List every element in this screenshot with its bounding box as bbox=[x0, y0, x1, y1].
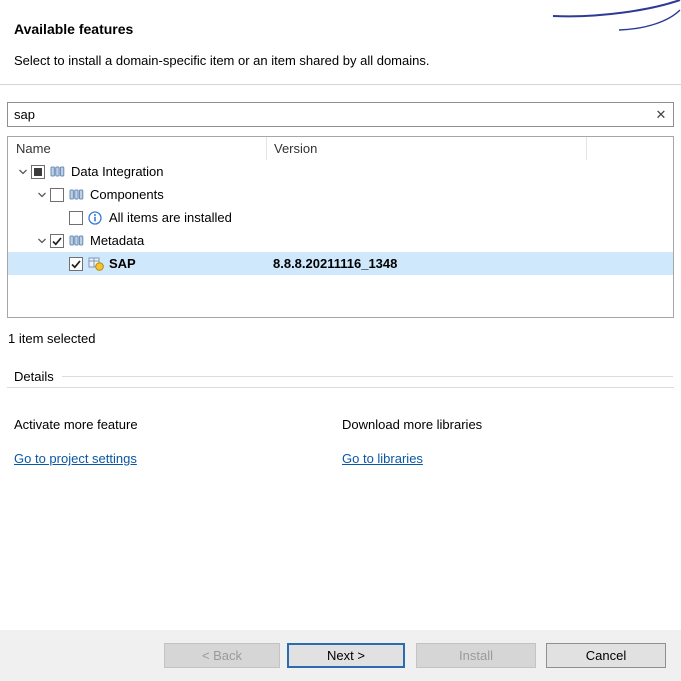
tree-item-label: Data Integration bbox=[71, 164, 164, 179]
name-cell: Data Integration bbox=[8, 160, 266, 183]
activate-feature-column: Activate more feature Go to project sett… bbox=[7, 417, 335, 466]
checkbox-checked[interactable] bbox=[69, 257, 83, 271]
go-to-project-settings-link[interactable]: Go to project settings bbox=[14, 451, 137, 466]
bars-icon bbox=[50, 164, 67, 179]
group-border-line-2 bbox=[7, 387, 674, 388]
tree-item-label: Components bbox=[90, 187, 164, 202]
checkbox-partial[interactable] bbox=[31, 165, 45, 179]
search-input[interactable] bbox=[8, 103, 649, 126]
dialog-button-bar: < Back Next > Install Cancel bbox=[0, 630, 681, 681]
feature-filter-box: ✕ bbox=[7, 102, 674, 127]
clear-search-icon[interactable]: ✕ bbox=[649, 107, 673, 123]
name-cell: Metadata bbox=[8, 229, 266, 252]
checkbox-unchecked[interactable] bbox=[50, 188, 64, 202]
chevron-down-icon[interactable] bbox=[14, 167, 31, 176]
details-group-label: Details bbox=[7, 369, 54, 384]
next-button[interactable]: Next > bbox=[287, 643, 405, 668]
tree-row[interactable]: Data Integration bbox=[8, 160, 673, 183]
tree-item-label: All items are installed bbox=[109, 210, 232, 225]
column-header-filler bbox=[586, 137, 673, 160]
cancel-button[interactable]: Cancel bbox=[546, 643, 666, 668]
download-libraries-heading: Download more libraries bbox=[342, 417, 663, 432]
name-cell: All items are installed bbox=[8, 206, 266, 229]
column-header-version[interactable]: Version bbox=[266, 137, 586, 160]
download-libraries-column: Download more libraries Go to libraries bbox=[335, 417, 663, 466]
tree-item-label: Metadata bbox=[90, 233, 144, 248]
name-cell: SAP bbox=[8, 252, 266, 275]
tree-row[interactable]: All items are installed bbox=[8, 206, 673, 229]
version-cell: 8.8.8.20211116_1348 bbox=[266, 256, 586, 271]
wizard-header: Available features Select to install a d… bbox=[0, 0, 681, 85]
chevron-down-icon[interactable] bbox=[33, 190, 50, 199]
row-filler bbox=[586, 160, 673, 183]
name-cell: Components bbox=[8, 183, 266, 206]
row-filler bbox=[586, 183, 673, 206]
group-border-line bbox=[62, 376, 673, 377]
features-table: Name Version Data Integration Components A… bbox=[7, 136, 674, 318]
info-icon bbox=[88, 210, 105, 225]
bars-icon bbox=[69, 233, 86, 248]
details-group: Details Activate more feature Go to proj… bbox=[7, 368, 674, 466]
tree-row[interactable]: Components bbox=[8, 183, 673, 206]
install-button: Install bbox=[416, 643, 536, 668]
details-group-head: Details bbox=[7, 368, 674, 384]
checkbox-checked[interactable] bbox=[50, 234, 64, 248]
page-subtitle: Select to install a domain-specific item… bbox=[14, 53, 429, 68]
column-header-name[interactable]: Name bbox=[8, 137, 266, 160]
sap-icon bbox=[88, 256, 105, 271]
row-filler bbox=[586, 229, 673, 252]
tree-item-label: SAP bbox=[109, 256, 136, 271]
chevron-down-icon[interactable] bbox=[33, 236, 50, 245]
page-title: Available features bbox=[14, 21, 133, 37]
row-filler bbox=[586, 206, 673, 229]
activate-feature-heading: Activate more feature bbox=[14, 417, 335, 432]
row-filler bbox=[586, 252, 673, 275]
table-header-row: Name Version bbox=[8, 137, 673, 160]
go-to-libraries-link[interactable]: Go to libraries bbox=[342, 451, 423, 466]
tree-row[interactable]: Metadata bbox=[8, 229, 673, 252]
tree-row[interactable]: SAP 8.8.8.20211116_1348 bbox=[8, 252, 673, 275]
selection-status: 1 item selected bbox=[8, 331, 95, 346]
checkbox-unchecked[interactable] bbox=[69, 211, 83, 225]
bars-icon bbox=[69, 187, 86, 202]
back-button: < Back bbox=[164, 643, 280, 668]
tree-rows: Data Integration Components All items are … bbox=[8, 160, 673, 275]
